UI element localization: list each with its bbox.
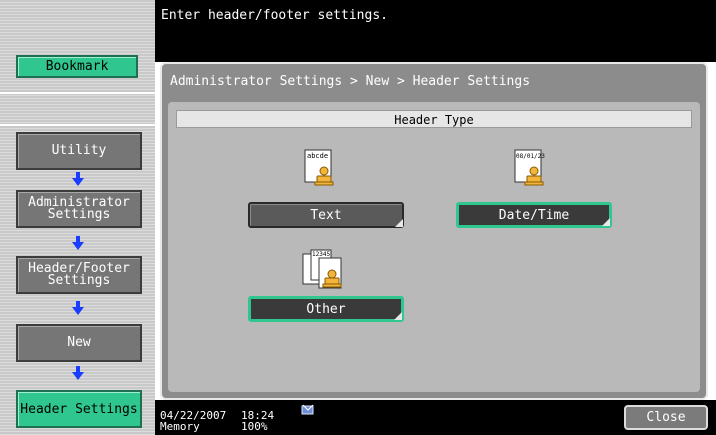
text-stamp-icon-label: abcde: [307, 152, 328, 160]
message-bar: Enter header/footer settings.: [155, 0, 716, 62]
arrow-down-icon: [72, 366, 84, 380]
other-stamp-icon: 12345: [302, 249, 342, 289]
section-title: Header Type: [176, 110, 692, 128]
status-date-block: 04/22/2007 Memory: [160, 410, 226, 432]
breadcrumb-header-footer-settings-button[interactable]: Header/Footer Settings: [16, 256, 142, 294]
breadcrumb-utility-button[interactable]: Utility: [16, 132, 142, 170]
memory-value: 100%: [241, 420, 268, 433]
text-stamp-icon: abcde: [304, 149, 334, 186]
current-header-settings-button[interactable]: Header Settings: [16, 390, 142, 428]
button-corner-mark: [602, 218, 610, 226]
memory-label: Memory: [160, 420, 200, 433]
arrow-down-icon: [72, 172, 84, 186]
sidebar-divider: [0, 124, 155, 126]
button-corner-mark: [394, 312, 402, 320]
panel-breadcrumb: Administrator Settings > New > Header Se…: [170, 74, 531, 89]
sidebar: Bookmark Utility Administrator Settings …: [0, 0, 155, 435]
main-panel: Administrator Settings > New > Header Se…: [160, 62, 708, 400]
other-stamp-icon-label: 12345: [312, 251, 330, 258]
status-bar: 04/22/2007 Memory 18:24 100% Close: [155, 400, 716, 435]
current-header-settings-label: Header Settings: [20, 401, 138, 417]
sidebar-divider: [0, 92, 155, 94]
breadcrumb-new-label: New: [67, 335, 91, 350]
breadcrumb-administrator-settings-button[interactable]: Administrator Settings: [16, 190, 142, 228]
date-time-stamp-icon-label: 08/01/23: [516, 153, 545, 160]
breadcrumb-administrator-settings-label: Administrator Settings: [28, 195, 130, 222]
network-status-icon: [301, 404, 314, 415]
breadcrumb-new-button[interactable]: New: [16, 324, 142, 362]
other-option-button[interactable]: Other: [248, 296, 404, 322]
arrow-down-icon: [72, 301, 84, 315]
text-option-button[interactable]: Text: [248, 202, 404, 228]
date-time-stamp-icon: 08/01/23: [514, 149, 545, 186]
breadcrumb-header-footer-settings-label: Header/Footer Settings: [28, 261, 130, 288]
other-option-label: Other: [306, 301, 346, 317]
options-area: Header Type abcde Text 08/01/23 Date/Tim…: [168, 102, 700, 392]
bookmark-button[interactable]: Bookmark: [16, 55, 138, 78]
close-button[interactable]: Close: [624, 405, 708, 430]
text-option-label: Text: [310, 207, 342, 223]
status-time-block: 18:24 100%: [241, 410, 274, 432]
date-time-option-button[interactable]: Date/Time: [456, 202, 612, 228]
instruction-message: Enter header/footer settings.: [161, 8, 388, 23]
breadcrumb-utility-label: Utility: [51, 143, 107, 158]
date-time-option-label: Date/Time: [498, 207, 570, 223]
button-corner-mark: [395, 219, 403, 227]
arrow-down-icon: [72, 236, 84, 250]
